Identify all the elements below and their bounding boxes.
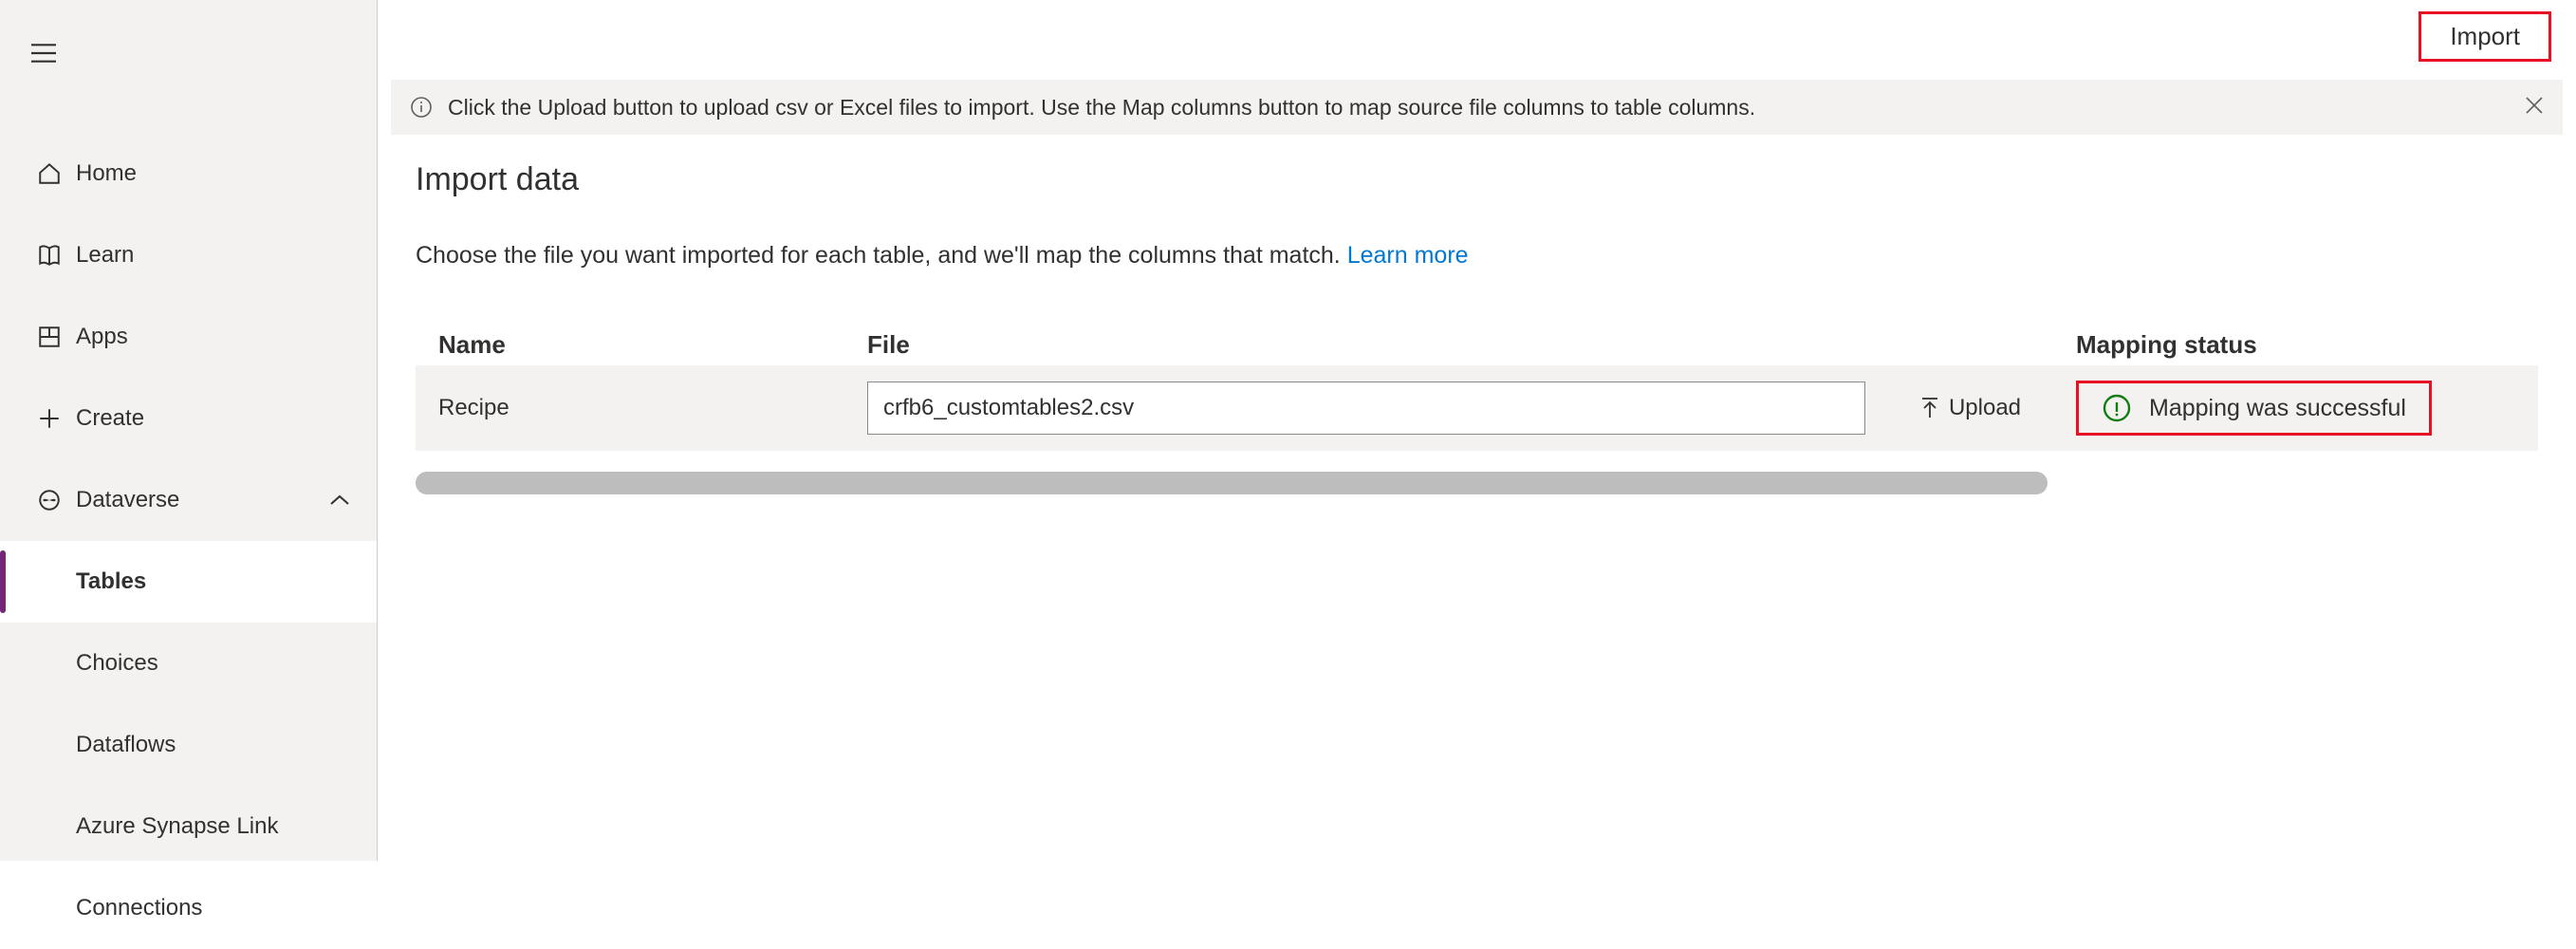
status-text: Mapping was successful: [2149, 395, 2406, 422]
learn-more-link[interactable]: Learn more: [1347, 242, 1469, 269]
book-icon: [27, 243, 72, 268]
subtitle-text: Choose the file you want imported for ea…: [416, 242, 1347, 269]
nav-sub-label: Connections: [76, 895, 202, 921]
column-name: Name: [438, 330, 867, 360]
row-name: Recipe: [438, 395, 867, 421]
nav-sub-connections[interactable]: Connections: [0, 867, 377, 949]
close-icon: [2525, 96, 2544, 115]
home-icon: [27, 161, 72, 186]
nav-label: Home: [76, 160, 137, 187]
nav-item-apps[interactable]: Apps: [0, 296, 377, 378]
upload-icon: [1920, 397, 1939, 419]
sidebar: Home Learn Apps: [0, 0, 378, 861]
scrollbar-horizontal[interactable]: [416, 472, 2048, 494]
upload-button[interactable]: Upload: [1865, 395, 2076, 421]
nav-item-create[interactable]: Create: [0, 378, 377, 459]
plus-icon: [27, 406, 72, 431]
chevron-up-icon: [329, 487, 350, 513]
column-file: File: [867, 330, 2076, 360]
nav-item-dataverse[interactable]: Dataverse: [0, 459, 377, 541]
info-bar-text: Click the Upload button to upload csv or…: [448, 95, 1755, 121]
row-status-cell: Mapping was successful: [2076, 381, 2538, 436]
hamburger-button[interactable]: [25, 34, 63, 72]
nav-sub-label: Choices: [76, 650, 158, 677]
apps-icon: [27, 325, 72, 349]
file-input[interactable]: [867, 381, 1865, 435]
mapping-status: Mapping was successful: [2076, 381, 2432, 436]
content: Import data Choose the file you want imp…: [416, 161, 2538, 494]
import-button[interactable]: Import: [2418, 11, 2551, 62]
upload-label: Upload: [1949, 395, 2021, 421]
column-status: Mapping status: [2076, 330, 2538, 360]
nav-item-home[interactable]: Home: [0, 133, 377, 214]
nav-sub-azure-synapse-link[interactable]: Azure Synapse Link: [0, 786, 377, 867]
nav-label: Apps: [76, 324, 128, 350]
row-file-cell: [867, 381, 1865, 435]
nav-item-learn[interactable]: Learn: [0, 214, 377, 296]
nav-sub-choices[interactable]: Choices: [0, 623, 377, 704]
nav-label: Learn: [76, 242, 134, 269]
nav-sub-label: Azure Synapse Link: [76, 813, 278, 840]
close-button[interactable]: [2525, 95, 2544, 121]
dataverse-icon: [27, 488, 72, 512]
nav-sub-tables[interactable]: Tables: [0, 541, 377, 623]
hamburger-icon: [31, 44, 56, 63]
nav-sub-label: Tables: [76, 568, 146, 595]
table-row: Recipe Upload Map: [416, 365, 2538, 451]
nav-label: Create: [76, 405, 144, 432]
table-header: Name File Mapping status: [416, 330, 2538, 365]
success-icon: [2102, 393, 2132, 423]
nav-label: Dataverse: [76, 487, 179, 513]
info-bar: Click the Upload button to upload csv or…: [391, 80, 2563, 135]
page-title: Import data: [416, 161, 2538, 198]
main: Import Click the Upload button to upload…: [378, 0, 2576, 861]
nav: Home Learn Apps: [0, 133, 377, 949]
nav-sub-dataflows[interactable]: Dataflows: [0, 704, 377, 786]
import-button-label: Import: [2450, 22, 2520, 50]
nav-sub-label: Dataflows: [76, 732, 176, 758]
info-icon: [410, 96, 433, 119]
page-subtitle: Choose the file you want imported for ea…: [416, 242, 2538, 270]
